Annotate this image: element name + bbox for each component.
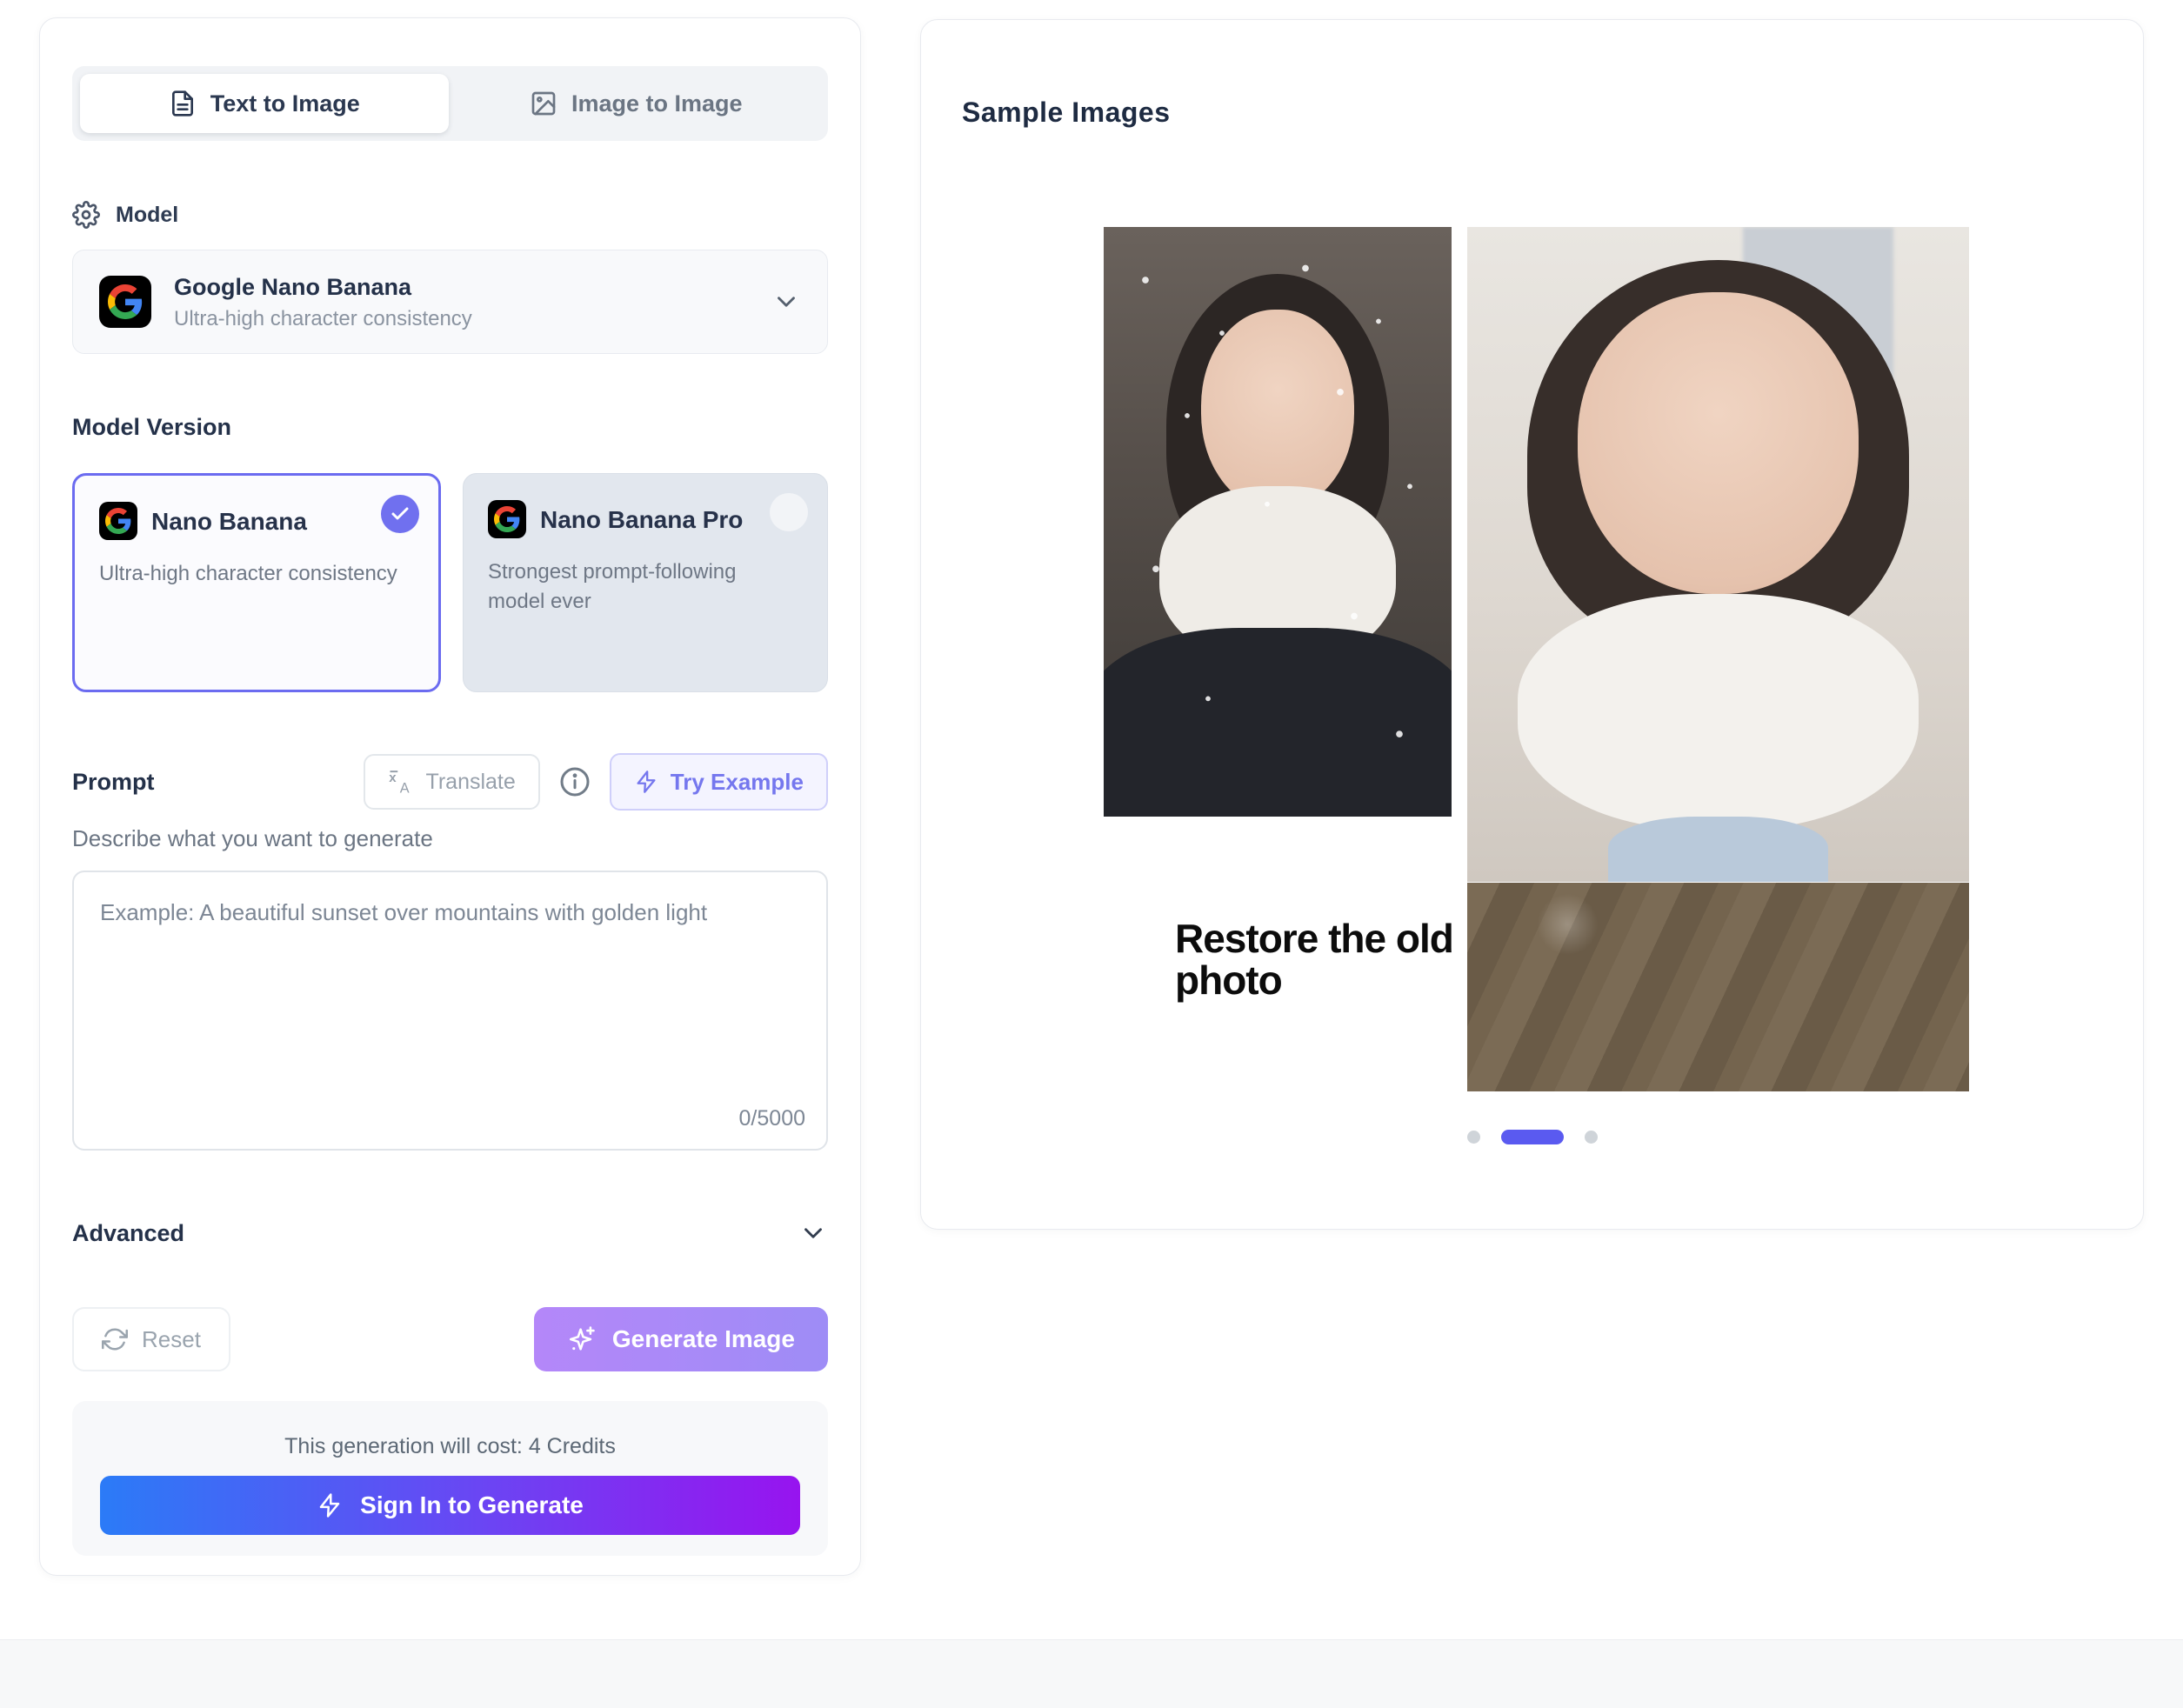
sample-photo-before [1104, 227, 1452, 817]
billing-box: This generation will cost: 4 Credits Sig… [72, 1401, 828, 1556]
option-name: Nano Banana [151, 502, 307, 538]
snow-overlay [1104, 227, 1452, 817]
model-version-option-nano-banana[interactable]: Nano Banana Ultra-high character consist… [72, 473, 441, 692]
sample-photo-after [1467, 227, 1969, 882]
chevron-down-icon [771, 287, 801, 317]
generate-image-button[interactable]: Generate Image [534, 1307, 828, 1371]
svg-text:A: A [399, 781, 409, 796]
carousel-dot-3[interactable] [1585, 1131, 1598, 1144]
char-counter: 0/5000 [739, 1106, 805, 1131]
advanced-label: Advanced [72, 1220, 184, 1247]
model-select[interactable]: Google Nano Banana Ultra-high character … [72, 250, 828, 354]
tab-image-to-image[interactable]: Image to Image [452, 74, 821, 133]
chevron-down-icon [798, 1218, 828, 1248]
generate-image-label: Generate Image [612, 1325, 795, 1353]
prompt-tools: xA Translate Try Example [364, 753, 829, 811]
carousel-dot-2-active[interactable] [1501, 1130, 1564, 1144]
selected-check-icon [381, 495, 419, 533]
translate-icon: xA [388, 769, 414, 795]
cost-text: This generation will cost: 4 Credits [72, 1434, 828, 1459]
try-example-label: Try Example [671, 769, 804, 796]
footer-bar [0, 1639, 2183, 1708]
mode-tabs: Text to Image Image to Image [72, 66, 828, 141]
translate-button[interactable]: xA Translate [364, 754, 540, 810]
google-logo [99, 502, 137, 540]
google-logo [488, 500, 526, 538]
gear-icon [72, 201, 100, 229]
try-example-button[interactable]: Try Example [610, 753, 828, 811]
sample-collage: Restore the old photo [921, 20, 2143, 1229]
model-version-option-nano-banana-pro[interactable]: Nano Banana Pro Strongest prompt-followi… [463, 473, 828, 692]
svg-text:x: x [389, 771, 397, 785]
image-icon [530, 90, 557, 117]
tab-label: Text to Image [210, 90, 360, 117]
unselected-radio [770, 493, 808, 531]
model-select-text: Google Nano Banana Ultra-high character … [174, 272, 749, 330]
sign-in-label: Sign In to Generate [360, 1491, 584, 1519]
google-logo [99, 276, 151, 328]
prompt-field-label: Describe what you want to generate [72, 825, 433, 852]
tab-label: Image to Image [571, 90, 743, 117]
prompt-input[interactable] [72, 871, 828, 1151]
model-name: Google Nano Banana [174, 272, 749, 303]
refresh-icon [102, 1326, 128, 1352]
sparkles-icon [567, 1324, 597, 1354]
prompt-section-label: Prompt [72, 769, 155, 796]
file-text-icon [169, 90, 197, 117]
option-description: Strongest prompt-following model ever [488, 557, 749, 616]
generator-panel: Text to Image Image to Image Model Googl… [39, 17, 861, 1576]
translate-label: Translate [426, 770, 516, 795]
model-version-label: Model Version [72, 414, 231, 441]
actions-row: Reset Generate Image [72, 1307, 828, 1371]
reset-label: Reset [142, 1326, 201, 1353]
lightning-icon [634, 770, 658, 794]
info-icon[interactable] [559, 766, 591, 797]
model-version-options: Nano Banana Ultra-high character consist… [72, 473, 828, 692]
tab-text-to-image[interactable]: Text to Image [80, 74, 449, 133]
option-title-row: Nano Banana [99, 502, 414, 540]
sign-in-to-generate-button[interactable]: Sign In to Generate [100, 1476, 800, 1535]
portrait-shape [1578, 292, 1859, 593]
sample-images-panel: Sample Images Restore the old photo [920, 19, 2144, 1230]
portrait-shape [1608, 817, 1829, 882]
sample-photo-old-texture [1467, 883, 1969, 1091]
option-title-row: Nano Banana Pro [488, 500, 803, 538]
option-name: Nano Banana Pro [540, 500, 743, 537]
prompt-header-row: Prompt xA Translate Try Example [72, 753, 828, 811]
reset-button[interactable]: Reset [72, 1307, 230, 1371]
model-section-header: Model [72, 201, 178, 229]
lightning-icon [317, 1492, 343, 1518]
sample-caption: Restore the old photo [1175, 917, 1453, 1002]
advanced-toggle[interactable]: Advanced [72, 1211, 828, 1255]
carousel-dot-1[interactable] [1467, 1131, 1480, 1144]
portrait-shape [1518, 594, 1919, 830]
option-description: Ultra-high character consistency [99, 559, 414, 589]
model-section-label: Model [116, 203, 178, 228]
carousel-dots [1467, 1130, 1598, 1144]
model-description: Ultra-high character consistency [174, 307, 749, 331]
prompt-input-wrap: 0/5000 [72, 871, 828, 1151]
